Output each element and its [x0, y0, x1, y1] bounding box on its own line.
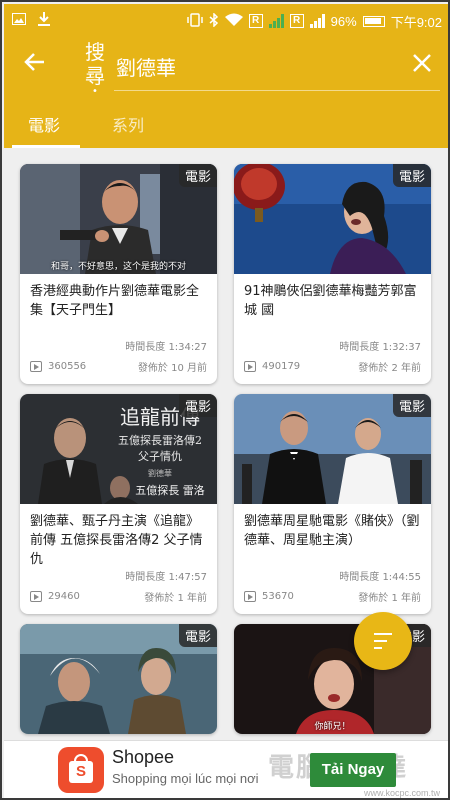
- video-card[interactable]: 電影 劉德華周星馳電影《賭俠》（劉德華、周星馳主演） 時間長度 1:44:55 …: [234, 394, 431, 614]
- tab-bar: 電影 系列: [4, 108, 448, 148]
- posted-date: 發佈於 10 月前: [137, 363, 207, 374]
- posted-date: 發佈於 2 年前: [358, 363, 421, 374]
- gallery-icon: [12, 13, 26, 29]
- play-icon: [244, 361, 256, 372]
- video-duration: 時間長度 1:44:55: [339, 572, 421, 583]
- wifi-icon: [224, 13, 243, 30]
- video-card[interactable]: 電影: [20, 624, 217, 734]
- search-label: 搜尋 •: [80, 40, 110, 97]
- video-meta: 53670 發佈於 1 年前: [234, 583, 431, 614]
- poster-line4: 劉德華: [148, 468, 172, 478]
- video-title: 91神鵰俠侶劉德華梅豔芳郭富城 國: [244, 284, 417, 318]
- video-meta: 360556 發佈於 10 月前: [20, 353, 217, 384]
- play-icon: [244, 591, 256, 602]
- roaming-icon-2: R: [289, 14, 304, 28]
- posted-date: 發佈於 1 年前: [144, 593, 207, 604]
- video-duration: 時間長度 1:32:37: [339, 342, 421, 353]
- video-subtitle-caption: 和哥，不好意思，这个是我的不对: [50, 262, 186, 272]
- category-badge: 電影: [178, 164, 217, 187]
- play-icon: [30, 591, 42, 602]
- video-meta: 490179 發佈於 2 年前: [234, 353, 431, 384]
- shopee-logo: S: [58, 747, 104, 793]
- search-label-text: 搜尋: [85, 40, 105, 88]
- video-thumbnail: 電影: [234, 164, 431, 274]
- bluetooth-icon: [209, 11, 219, 30]
- video-title: 劉德華、甄子丹主演《追龍》前傳 五億探長雷洛傳2 父子情仇: [30, 514, 203, 567]
- clock: 下午9:02: [390, 14, 442, 30]
- battery-percent: 96%: [330, 13, 357, 29]
- category-badge: 電影: [392, 164, 431, 187]
- poster-line2: 五億探長雷洛傳2: [118, 433, 202, 447]
- poster-line3: 父子情仇: [138, 450, 182, 463]
- vibrate-icon: [186, 12, 203, 30]
- posted-date: 發佈於 1 年前: [358, 593, 421, 604]
- play-icon: [30, 361, 42, 372]
- tab-movies[interactable]: 電影: [4, 108, 84, 148]
- filter-button[interactable]: [354, 612, 412, 670]
- poster-line5: 五億探長 雷洛: [135, 483, 205, 497]
- search-label-dot: •: [92, 86, 98, 97]
- video-thumbnail: 電影 和哥，不好意思，这个是我的不对: [20, 164, 217, 274]
- download-now-button[interactable]: Tải Ngay: [310, 753, 396, 787]
- video-thumbnail: 電影: [20, 624, 217, 734]
- video-duration: 時間長度 1:47:57: [125, 572, 207, 583]
- close-icon[interactable]: [412, 50, 432, 80]
- watermark-url: www.kocpc.com.tw: [363, 788, 440, 798]
- category-badge: 電影: [392, 394, 431, 417]
- category-badge: 電影: [178, 394, 217, 417]
- search-header: 搜尋 • 電影 系列: [4, 38, 448, 148]
- category-badge: 電影: [178, 624, 217, 647]
- signal-icon: [268, 14, 284, 28]
- view-count: 29460: [48, 591, 80, 602]
- tab-series[interactable]: 系列: [88, 108, 168, 148]
- video-title: 香港經典動作片劉德華電影全集【天子門生】: [30, 284, 200, 318]
- back-arrow-icon[interactable]: [24, 50, 46, 80]
- battery-icon: [362, 15, 385, 27]
- video-meta: 29460 發佈於 1 年前: [20, 583, 217, 614]
- shopping-bag-icon: S: [69, 761, 93, 783]
- ad-tagline: Shopping mọi lúc mọi nơi: [112, 771, 259, 786]
- view-count: 490179: [262, 361, 301, 372]
- status-bar: R R 96% 下午9:02: [4, 4, 448, 38]
- phone-frame: R R 96% 下午9:02 搜尋 • 電影 系列: [0, 0, 450, 800]
- download-icon: [38, 12, 50, 30]
- video-thumbnail: 電影: [234, 394, 431, 504]
- search-underline: [114, 90, 440, 91]
- ad-title: Shopee: [112, 747, 175, 767]
- video-subtitle-caption: 你師兄！: [314, 722, 351, 732]
- video-card[interactable]: 追龍前傳 五億探長雷洛傳2 父子情仇 劉德華 五億探長 雷洛 電影 劉德華、甄子…: [20, 394, 217, 614]
- ad-banner[interactable]: S Shopee Shopping mọi lúc mọi nơi 電腦王阿達 …: [4, 740, 448, 798]
- video-card[interactable]: 電影 和哥，不好意思，这个是我的不对 香港經典動作片劉德華電影全集【天子門生】 …: [20, 164, 217, 384]
- signal-icon-2: [309, 14, 325, 28]
- view-count: 53670: [262, 591, 294, 602]
- search-input[interactable]: [116, 48, 396, 84]
- video-title: 劉德華周星馳電影《賭俠》（劉德華、周星馳主演）: [244, 514, 420, 548]
- video-thumbnail: 追龍前傳 五億探長雷洛傳2 父子情仇 劉德華 五億探長 雷洛 電影: [20, 394, 217, 504]
- video-card[interactable]: 電影 91神鵰俠侶劉德華梅豔芳郭富城 國 時間長度 1:32:37 490179…: [234, 164, 431, 384]
- video-duration: 時間長度 1:34:27: [125, 342, 207, 353]
- roaming-icon: R: [248, 14, 263, 28]
- view-count: 360556: [48, 361, 87, 372]
